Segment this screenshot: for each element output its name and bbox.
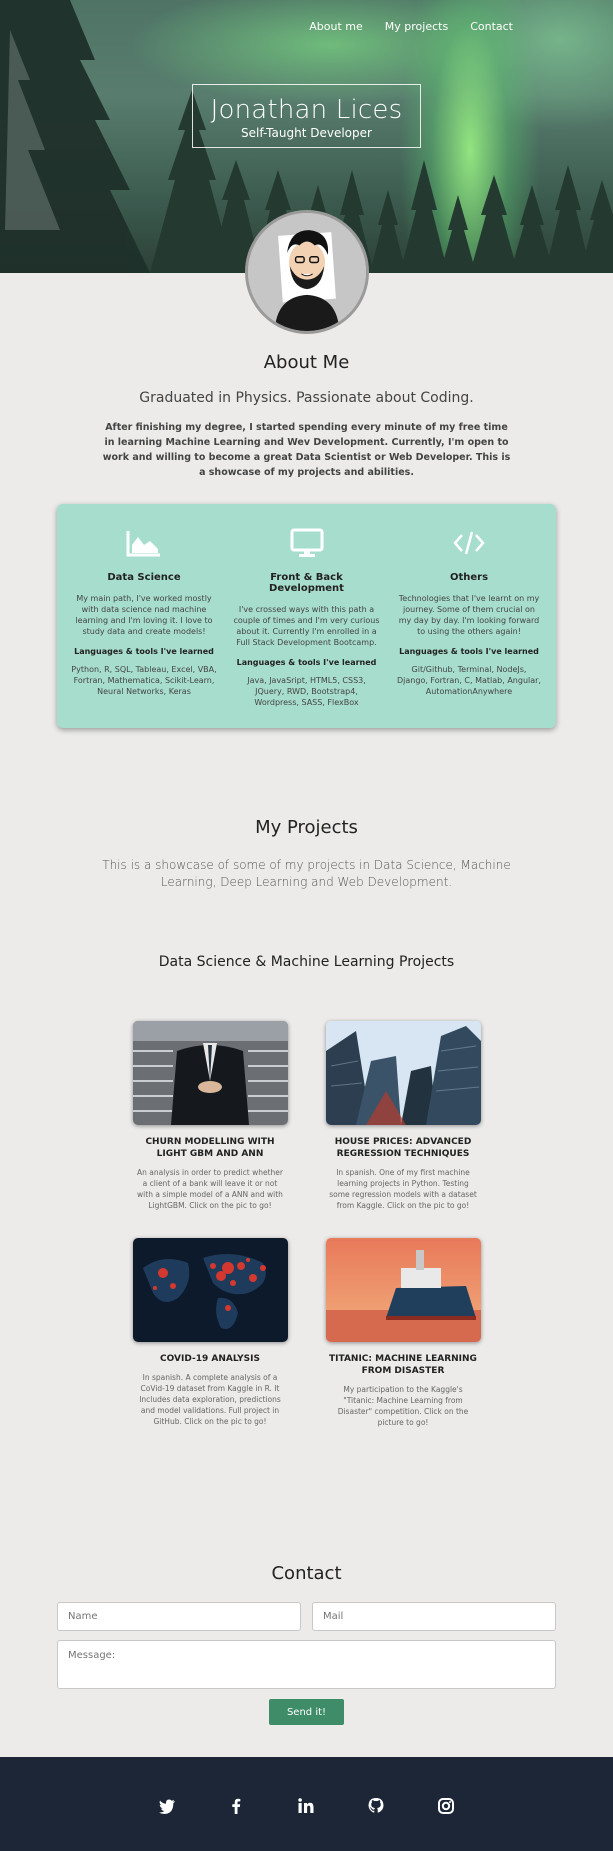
project-thumbnail-link[interactable] — [325, 1021, 481, 1125]
about-subtitle: Graduated in Physics. Passionate about C… — [139, 390, 474, 406]
project-thumbnail-link[interactable] — [132, 1238, 288, 1342]
skill-title: Others — [449, 572, 489, 583]
area-chart-icon — [126, 531, 160, 557]
hero-name: Jonathan Lices — [210, 95, 403, 125]
skill-others: Others Technologies that I've learnt on … — [396, 526, 542, 728]
code-icon — [453, 531, 485, 555]
skill-title: Data Science — [107, 572, 181, 583]
message-field[interactable] — [57, 1640, 556, 1689]
github-icon[interactable] — [367, 1797, 385, 1815]
project-description: My participation to the Kaggle's "Titani… — [337, 1385, 469, 1427]
project-title: HOUSE PRICES: ADVANCED REGRESSION TECHNI… — [334, 1137, 472, 1159]
mail-field[interactable] — [312, 1602, 556, 1631]
businessman-image — [132, 1021, 288, 1125]
project-thumbnail-link[interactable] — [132, 1021, 288, 1125]
project-thumbnail-link[interactable] — [325, 1238, 481, 1342]
hero-title-box: Jonathan Lices Self-Taught Developer — [192, 84, 421, 148]
skill-description: I've crossed ways with this path a coupl… — [233, 605, 380, 647]
project-card-covid: COVID-19 ANALYSIS In spanish. A complete… — [130, 1238, 290, 1427]
cartoon-portrait-image — [248, 213, 366, 331]
facebook-icon[interactable] — [227, 1797, 245, 1815]
nav-contact[interactable]: Contact — [470, 20, 513, 33]
skill-langs: Git/Github, Terminal, NodeJs, Django, Fo… — [397, 665, 541, 696]
twitter-icon[interactable] — [158, 1797, 176, 1815]
project-title: TITANIC: MACHINE LEARNING FROM DISASTER — [329, 1354, 477, 1376]
skill-langs-title: Languages & tools I've learned — [74, 647, 214, 656]
projects-title: My Projects — [255, 817, 358, 838]
skill-langs-title: Languages & tools I've learned — [399, 647, 539, 656]
top-nav: About me My projects Contact — [309, 20, 513, 33]
nav-about-me[interactable]: About me — [309, 20, 363, 33]
skyscrapers-image — [325, 1021, 481, 1125]
skill-description: My main path, I've worked mostly with da… — [75, 594, 213, 636]
contact-title: Contact — [271, 1563, 342, 1584]
avatar — [245, 210, 369, 334]
name-field[interactable] — [57, 1602, 301, 1631]
footer — [0, 1757, 613, 1851]
nav-my-projects[interactable]: My projects — [385, 20, 448, 33]
about-title: About Me — [263, 352, 350, 373]
ds-projects-title: Data Science & Machine Learning Projects — [158, 954, 455, 970]
skill-langs-title: Languages & tools I've learned — [236, 658, 377, 667]
project-card-house-prices: HOUSE PRICES: ADVANCED REGRESSION TECHNI… — [323, 1021, 483, 1211]
about-text: After finishing my degree, I started spe… — [102, 422, 511, 478]
project-card-churn: CHURN MODELLING WITH LIGHT GBM AND ANN A… — [130, 1021, 290, 1211]
hero-subtitle: Self-Taught Developer — [241, 126, 372, 140]
send-button[interactable]: Send it! — [269, 1699, 344, 1725]
project-description: An analysis in order to predict whether … — [136, 1168, 283, 1210]
ship-image — [325, 1238, 481, 1342]
project-title: COVID-19 ANALYSIS — [160, 1354, 260, 1364]
skills-card: Data Science My main path, I've worked m… — [57, 504, 556, 728]
skill-title: Front & Back Development — [269, 572, 344, 594]
project-description: In spanish. One of my first machine lear… — [329, 1168, 477, 1210]
skill-langs: Java, JavaSript, HTML5, CSS3, JQuery, RW… — [247, 676, 366, 707]
linkedin-icon[interactable] — [297, 1797, 315, 1815]
projects-intro: This is a showcase of some of my project… — [102, 858, 511, 889]
covid-map-image — [132, 1238, 288, 1342]
skill-front-back: Front & Back Development I've crossed wa… — [234, 526, 380, 728]
desktop-icon — [290, 528, 323, 557]
skill-langs: Python, R, SQL, Tableau, Excel, VBA, For… — [71, 665, 217, 696]
project-card-titanic: TITANIC: MACHINE LEARNING FROM DISASTER … — [323, 1238, 483, 1428]
instagram-icon[interactable] — [437, 1797, 455, 1815]
project-description: In spanish. A complete analysis of a CoV… — [139, 1373, 281, 1426]
skill-data-science: Data Science My main path, I've worked m… — [71, 526, 217, 728]
skill-description: Technologies that I've learnt on my jour… — [398, 594, 540, 636]
project-title: CHURN MODELLING WITH LIGHT GBM AND ANN — [145, 1137, 275, 1159]
